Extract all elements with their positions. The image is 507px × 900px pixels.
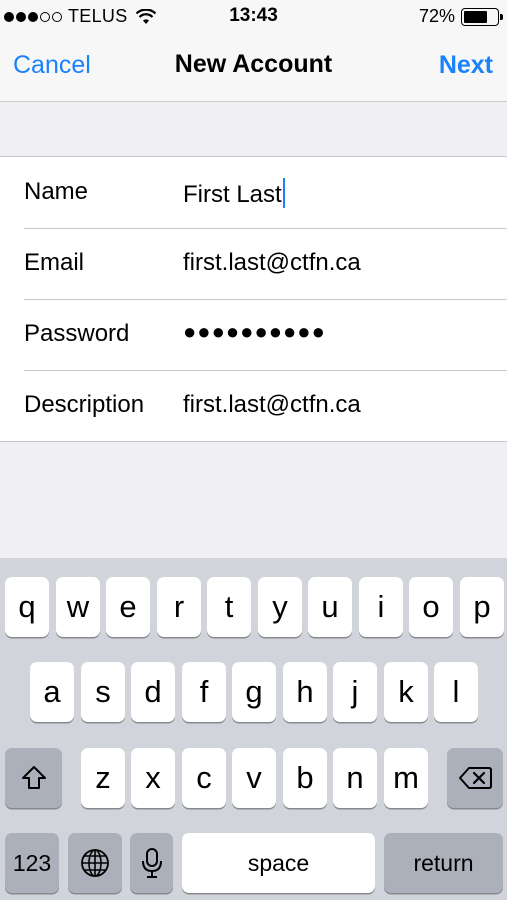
name-label: Name <box>24 178 89 205</box>
account-form: Name First Last Email first.last@ctfn.ca… <box>0 156 507 442</box>
key-v[interactable]: v <box>232 748 276 808</box>
key-u[interactable]: u <box>308 577 352 637</box>
password-label: Password <box>24 320 130 347</box>
key-l[interactable]: l <box>434 662 478 722</box>
battery-level <box>464 10 488 23</box>
key-y[interactable]: y <box>258 577 302 637</box>
return-key[interactable]: return <box>384 833 503 893</box>
key-i[interactable]: i <box>359 577 403 637</box>
key-f[interactable]: f <box>182 662 226 722</box>
key-p[interactable]: p <box>460 577 504 637</box>
numbers-key[interactable]: 123 <box>5 833 59 893</box>
key-x[interactable]: x <box>131 748 175 808</box>
email-label: Email <box>24 249 85 276</box>
key-a[interactable]: a <box>30 662 74 722</box>
email-row[interactable]: Email first.last@ctfn.ca <box>0 228 507 299</box>
status-right: 72% <box>418 6 503 27</box>
key-r[interactable]: r <box>157 577 201 637</box>
text-cursor <box>282 178 285 208</box>
battery-percent: 72% <box>418 6 455 26</box>
key-o[interactable]: o <box>409 577 453 637</box>
key-m[interactable]: m <box>384 748 428 808</box>
key-g[interactable]: g <box>232 662 276 722</box>
microphone-icon <box>141 848 162 878</box>
key-c[interactable]: c <box>182 748 226 808</box>
delete-key[interactable] <box>447 748 503 808</box>
password-row[interactable]: Password ●●●●●●●●●● <box>0 299 507 370</box>
key-s[interactable]: s <box>81 662 125 722</box>
battery-icon <box>461 7 503 26</box>
navigation-bar: Cancel New Account Next <box>0 34 507 102</box>
key-h[interactable]: h <box>283 662 327 722</box>
dictation-key[interactable] <box>130 833 173 893</box>
key-j[interactable]: j <box>333 662 377 722</box>
key-b[interactable]: b <box>283 748 327 808</box>
email-field[interactable]: first.last@ctfn.ca <box>183 249 361 277</box>
keyboard: q w e r t y u i o p a s d f g h j k l z … <box>0 558 507 900</box>
space-key[interactable]: space <box>182 833 375 893</box>
status-bar: TELUS 13:43 72% <box>0 0 507 34</box>
shift-icon <box>21 766 46 789</box>
shift-key[interactable] <box>5 748 62 808</box>
globe-icon <box>81 849 109 877</box>
globe-key[interactable] <box>68 833 122 893</box>
page-title: New Account <box>174 50 333 78</box>
key-k[interactable]: k <box>384 662 428 722</box>
key-d[interactable]: d <box>131 662 175 722</box>
key-z[interactable]: z <box>81 748 125 808</box>
description-row[interactable]: Description first.last@ctfn.ca <box>0 370 507 441</box>
name-row[interactable]: Name First Last <box>0 157 507 228</box>
key-q[interactable]: q <box>5 577 49 637</box>
password-field[interactable]: ●●●●●●●●●● <box>183 319 326 345</box>
name-field[interactable]: First Last <box>183 178 285 209</box>
name-value: First Last <box>183 181 282 208</box>
key-n[interactable]: n <box>333 748 377 808</box>
description-field[interactable]: first.last@ctfn.ca <box>183 391 361 419</box>
next-button[interactable]: Next <box>439 51 493 80</box>
backspace-icon <box>459 767 492 789</box>
key-e[interactable]: e <box>106 577 150 637</box>
key-t[interactable]: t <box>207 577 251 637</box>
description-label: Description <box>24 391 145 418</box>
key-w[interactable]: w <box>56 577 100 637</box>
